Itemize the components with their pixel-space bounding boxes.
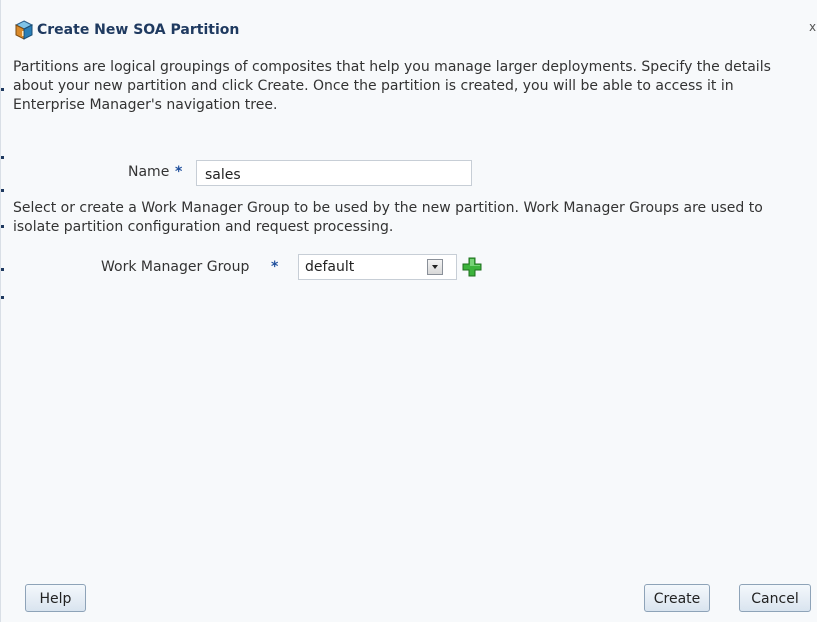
- help-button[interactable]: Help: [25, 584, 86, 612]
- name-input[interactable]: [196, 160, 472, 186]
- cancel-button[interactable]: Cancel: [739, 584, 811, 612]
- dialog-title: Create New SOA Partition: [37, 22, 240, 38]
- chevron-down-icon[interactable]: [427, 259, 443, 275]
- name-required-marker: *: [175, 164, 183, 180]
- edge-marker: [1, 88, 4, 91]
- edge-marker: [1, 156, 4, 159]
- work-manager-group-select[interactable]: default: [298, 254, 457, 280]
- close-button[interactable]: x: [809, 18, 817, 36]
- edge-marker: [1, 268, 4, 271]
- dialog-title-bar: Create New SOA Partition x: [1, 0, 817, 40]
- partition-cube-icon: [13, 19, 35, 41]
- edge-marker: [1, 296, 4, 299]
- wmg-required-marker: *: [271, 259, 279, 275]
- add-work-manager-group-button[interactable]: [461, 256, 483, 278]
- edge-marker: [1, 189, 4, 192]
- name-label: Name: [128, 164, 170, 180]
- edge-marker: [1, 225, 4, 228]
- partition-description: Partitions are logical groupings of comp…: [13, 59, 771, 113]
- plus-icon: [462, 257, 482, 277]
- work-manager-description: Select or create a Work Manager Group to…: [13, 200, 763, 235]
- create-partition-dialog: Create New SOA Partition x Partitions ar…: [0, 0, 817, 622]
- create-button[interactable]: Create: [644, 584, 710, 612]
- work-manager-group-label: Work Manager Group: [101, 259, 250, 275]
- work-manager-group-value: default: [305, 259, 355, 275]
